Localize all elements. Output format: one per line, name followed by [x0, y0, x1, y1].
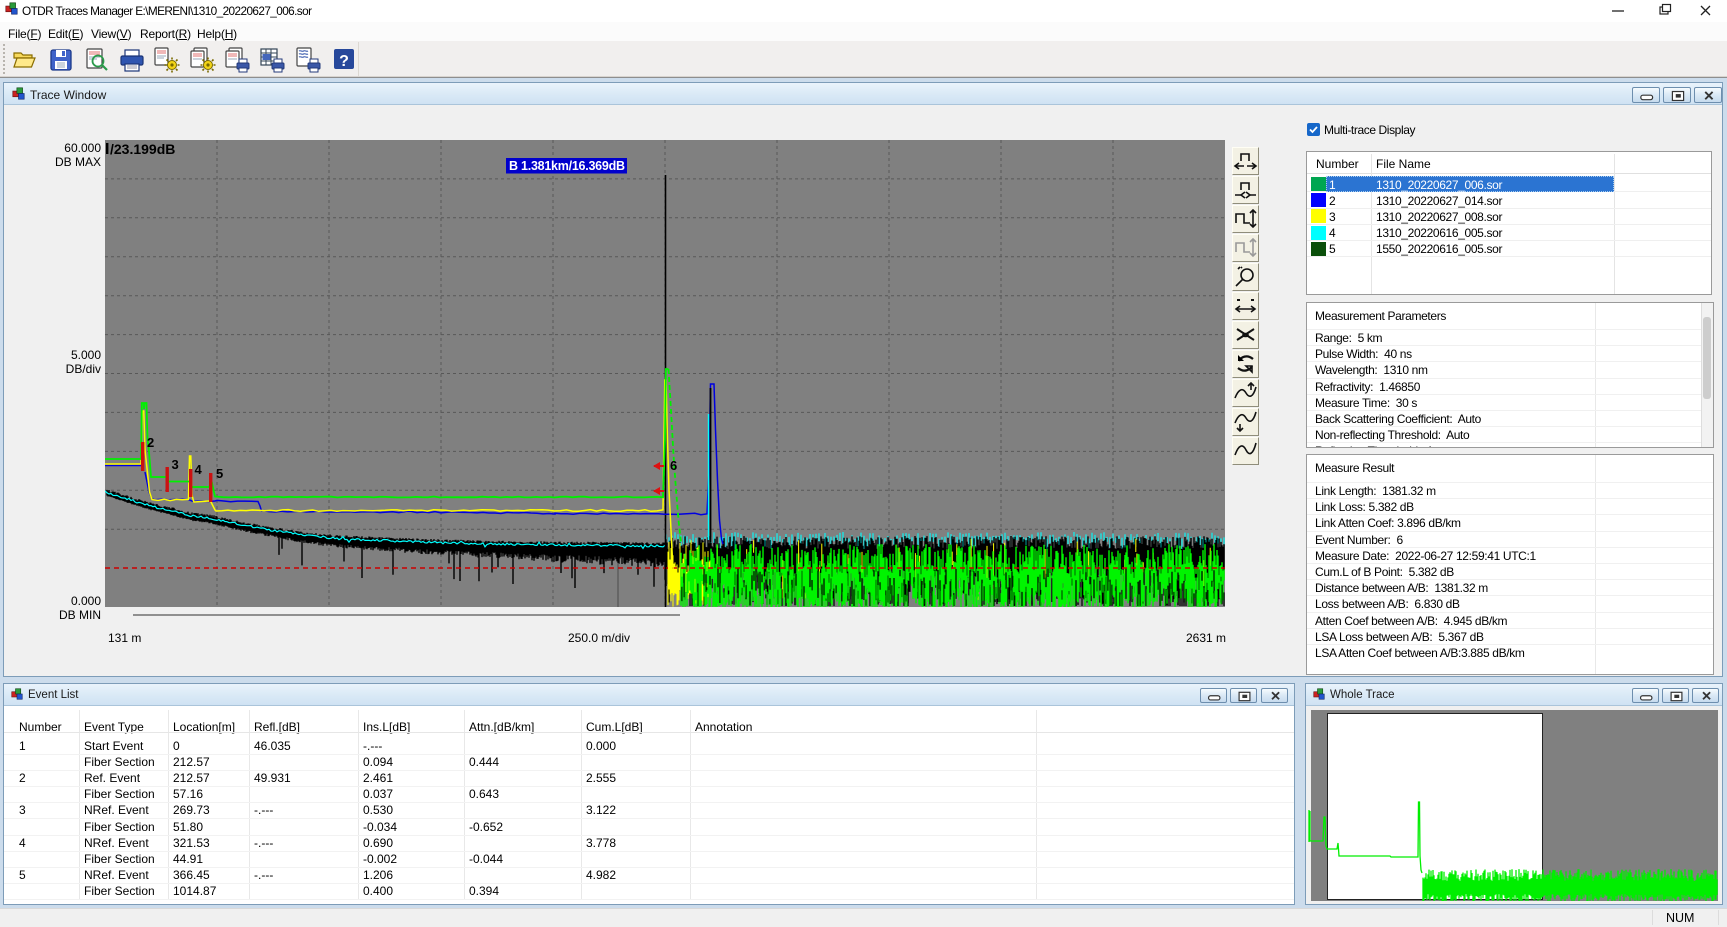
svg-text:?: ? — [339, 53, 349, 70]
svg-text:✕: ✕ — [1703, 88, 1714, 102]
svg-text:✕: ✕ — [1701, 689, 1712, 702]
svg-text:5: 5 — [216, 466, 223, 481]
svg-text:6: 6 — [670, 458, 677, 473]
svg-text:B 1.381km/16.369dB: B 1.381km/16.369dB — [509, 159, 625, 173]
svg-text:✕: ✕ — [1270, 689, 1281, 702]
svg-text:2: 2 — [147, 435, 154, 450]
svg-text:/23.199dB: /23.199dB — [110, 141, 175, 157]
svg-text:3: 3 — [172, 457, 179, 472]
svg-text:4: 4 — [195, 462, 203, 477]
